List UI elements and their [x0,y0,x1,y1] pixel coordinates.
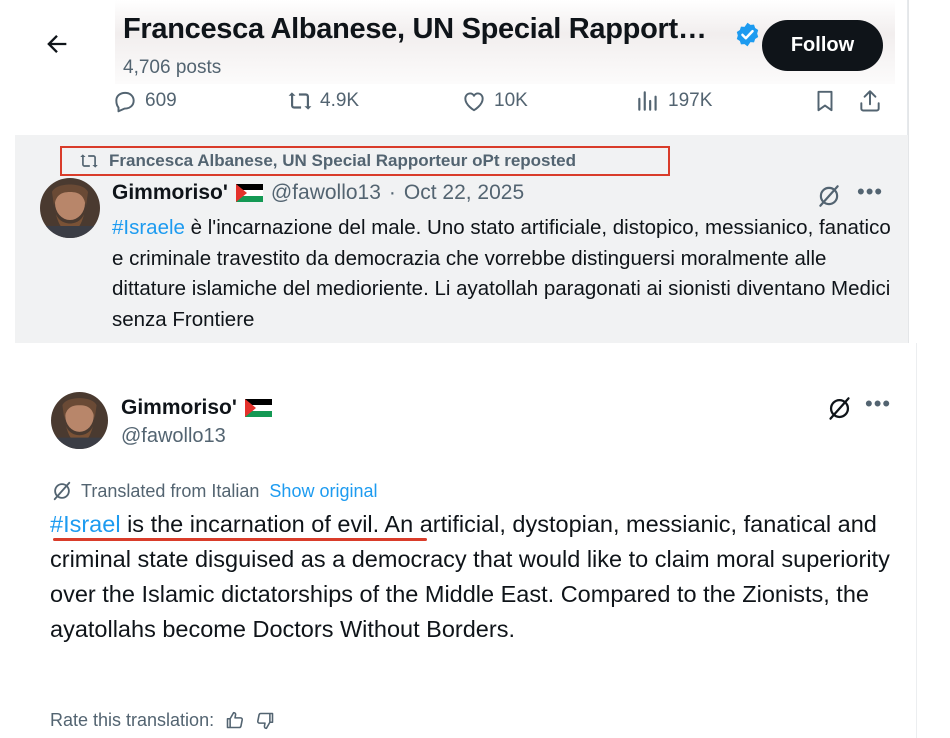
hashtag-link[interactable]: #Israel [50,511,121,537]
reply-icon [115,91,135,113]
translated-text: #Israel is the incarnation of evil. An a… [50,507,900,647]
like-count: 10K [494,90,528,111]
like-icon [464,92,484,112]
views-icon [638,91,657,111]
rate-translation-row: Rate this translation: [50,710,276,731]
date-separator: · [388,181,396,204]
verified-badge-icon [736,22,759,47]
profile-header: Francesca Albanese, UN Special Rapport… … [15,0,908,135]
tweet-text: #Israele è l'incarnazione del male. Uno … [112,213,902,335]
profile-name: Francesca Albanese, UN Special Rapport… [123,13,707,45]
repost-banner[interactable]: Francesca Albanese, UN Special Rapporteu… [60,146,670,176]
retweet-context-panel: Francesca Albanese, UN Special Rapport… … [15,0,908,343]
back-arrow-icon[interactable] [43,30,71,58]
right-gutter [908,0,950,343]
author-name-row: Gimmoriso' [121,396,272,420]
grok-icon[interactable] [816,183,842,209]
repost-icon [288,92,312,110]
bookmark-button[interactable] [812,88,838,114]
hashtag-link[interactable]: #Israele [112,216,185,239]
grok-icon[interactable] [826,395,853,422]
post-date[interactable]: Oct 22, 2025 [404,181,524,205]
more-icon[interactable]: ••• [865,391,891,417]
show-original-link[interactable]: Show original [269,481,377,502]
share-icon [860,90,880,112]
translated-body: is the incarnation of evil. An artificia… [50,511,890,642]
translated-label: Translated from Italian [81,480,260,501]
tweet-header: Gimmoriso' @fawollo13 · Oct 22, 2025 [112,181,524,205]
rate-label: Rate this translation: [50,710,215,730]
author-handle[interactable]: @fawollo13 [271,181,381,205]
repost-banner-text: Francesca Albanese, UN Special Rapporteu… [109,151,577,170]
annotation-underline [53,538,427,541]
reply-button[interactable]: 609 [112,88,177,114]
avatar-photo [51,392,108,449]
share-button[interactable] [857,88,883,114]
author-handle[interactable]: @fawollo13 [121,425,226,448]
palestine-flag-icon [244,399,272,417]
translate-icon [53,481,71,501]
repost-button[interactable]: 4.9K [287,88,359,114]
bookmark-icon [817,90,833,112]
translated-post-panel: Gimmoriso' @fawollo13 ••• Translated fro… [15,343,917,738]
reply-count: 609 [145,90,177,111]
repost-count: 4.9K [320,90,360,111]
author-name[interactable]: Gimmoriso' [121,396,237,420]
thumbs-down-icon[interactable] [255,710,276,731]
tweet-body: è l'incarnazione del male. Uno stato art… [112,216,891,331]
views-button[interactable]: 197K [635,88,712,114]
posts-count: 4,706 posts [123,57,222,78]
repost-icon [80,154,98,168]
avatar-photo [40,178,100,238]
palestine-flag-icon [235,184,263,202]
translation-info: Translated from Italian Show original [51,480,377,502]
views-count: 197K [668,90,713,111]
avatar[interactable] [40,178,100,238]
more-icon[interactable]: ••• [857,179,883,205]
like-button[interactable]: 10K [461,88,528,114]
left-gutter [0,0,15,738]
author-name[interactable]: Gimmoriso' [112,181,228,205]
follow-button[interactable]: Follow [762,20,883,71]
avatar[interactable] [51,392,108,449]
thumbs-up-icon[interactable] [224,710,245,731]
